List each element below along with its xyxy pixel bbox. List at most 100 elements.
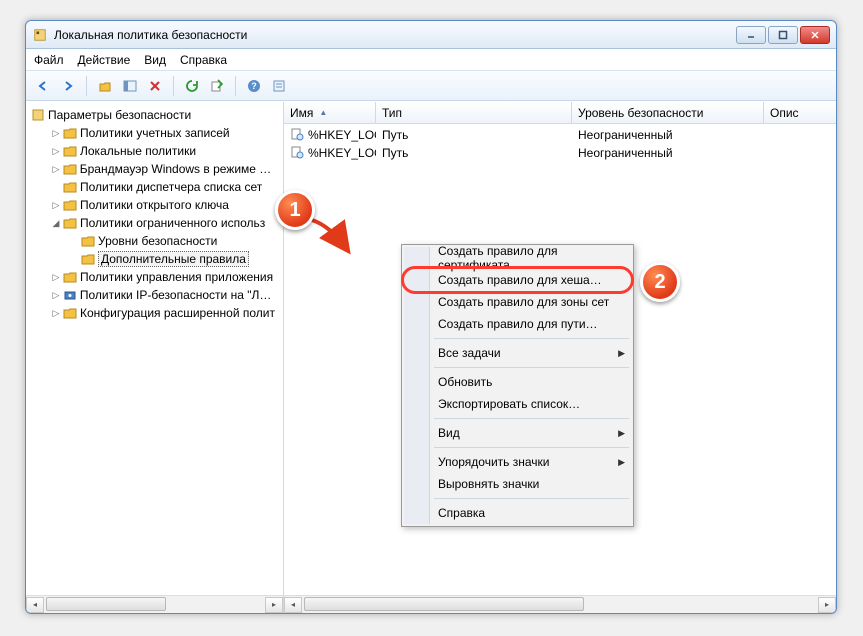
tree-item[interactable]: ▷ Политики учетных записей [28,124,281,142]
scroll-thumb[interactable] [46,597,166,611]
forward-button[interactable] [57,75,79,97]
scroll-thumb[interactable] [304,597,584,611]
tree-label: Конфигурация расширенной полит [80,306,275,320]
security-icon [30,107,46,123]
tree-item[interactable]: Политики диспетчера списка сет [28,178,281,196]
showhide-button[interactable] [119,75,141,97]
back-button[interactable] [32,75,54,97]
tree-item[interactable]: ◢ Политики ограниченного использ [28,214,281,232]
tree-item[interactable]: ▷ Брандмауэр Windows в режиме пов [28,160,281,178]
cm-view[interactable]: Вид▶ [404,422,631,444]
tree-twist-icon[interactable]: ▷ [50,164,62,175]
refresh-button[interactable] [181,75,203,97]
tree-twist-icon[interactable]: ▷ [50,272,62,283]
menu-help[interactable]: Справка [180,53,227,67]
properties-button[interactable] [268,75,290,97]
tree-label: Политики открытого ключа [80,198,229,212]
scroll-track[interactable] [44,597,265,613]
cm-label: Справка [438,506,485,520]
tree-twist-icon[interactable]: ▷ [50,200,62,211]
menu-view[interactable]: Вид [144,53,166,67]
folder-icon [62,179,78,195]
cm-export[interactable]: Экспортировать список… [404,393,631,415]
tree-item[interactable]: ▷Политики управления приложения [28,268,281,286]
context-menu: Создать правило для сертификата… Создать… [401,244,634,527]
tree-item[interactable]: Уровни безопасности [28,232,281,250]
tree-twist-icon[interactable]: ▷ [50,290,62,301]
cm-create-cert-rule[interactable]: Создать правило для сертификата… [404,247,631,269]
cm-label: Создать правило для пути… [438,317,598,331]
column-name[interactable]: Имя ▲ [284,102,376,123]
tree-twist-icon[interactable]: ▷ [50,146,62,157]
tree-item[interactable]: ▷ Конфигурация расширенной полит [28,304,281,322]
cell-type: Путь [376,128,572,142]
close-button[interactable] [800,26,830,44]
tree-item[interactable]: ▷Политики IP-безопасности на "Лока [28,286,281,304]
cm-arrange[interactable]: Упорядочить значки▶ [404,451,631,473]
column-desc[interactable]: Опис [764,102,836,123]
cm-create-zone-rule[interactable]: Создать правило для зоны сет [404,291,631,313]
tree-twist-icon[interactable]: ▷ [50,308,62,319]
tree-item[interactable]: ▷ Политики открытого ключа [28,196,281,214]
delete-button[interactable] [144,75,166,97]
scroll-right-icon[interactable]: ▸ [265,597,283,613]
tree-label: Политики ограниченного использ [80,216,265,230]
tree-label: Параметры безопасности [48,108,191,122]
submenu-arrow-icon: ▶ [618,457,625,468]
column-level-label: Уровень безопасности [578,106,703,120]
tree-item[interactable]: ▷ Локальные политики [28,142,281,160]
column-desc-label: Опис [770,106,799,120]
cm-help[interactable]: Справка [404,502,631,524]
tree-twist-icon[interactable]: ▷ [50,128,62,139]
folder-icon [62,305,78,321]
list-row[interactable]: %HKEY_LOC…ПутьНеограниченный [284,126,836,144]
cm-separator [434,367,629,368]
column-level[interactable]: Уровень безопасности [572,102,764,123]
help-button[interactable]: ? [243,75,265,97]
tree-twist-icon[interactable]: ◢ [50,218,62,229]
cell-level: Неограниченный [572,128,764,142]
cm-label: Создать правило для зоны сет [438,295,609,309]
cm-refresh[interactable]: Обновить [404,371,631,393]
folder-icon [62,197,78,213]
scroll-track[interactable] [302,597,818,613]
maximize-button[interactable] [768,26,798,44]
export-button[interactable] [206,75,228,97]
cell-name-text: %HKEY_LOC… [308,146,376,160]
toolbar-separator [173,76,174,96]
cm-create-hash-rule[interactable]: Создать правило для хеша… [404,269,631,291]
column-type[interactable]: Тип [376,102,572,123]
scroll-right-icon[interactable]: ▸ [818,597,836,613]
cell-level: Неограниченный [572,146,764,160]
list-header: Имя ▲ Тип Уровень безопасности Опис [284,102,836,124]
folder-icon [62,215,78,231]
minimize-button[interactable] [736,26,766,44]
tree-label: Локальные политики [80,144,196,158]
tree-hscroll[interactable]: ◂ ▸ [26,595,283,613]
annotation-number: 2 [654,271,665,294]
column-name-label: Имя [290,106,313,120]
cm-all-tasks[interactable]: Все задачи▶ [404,342,631,364]
tree-label: Брандмауэр Windows в режиме пов [80,162,277,176]
list-row[interactable]: %HKEY_LOC…ПутьНеограниченный [284,144,836,162]
toolbar-separator [86,76,87,96]
folder-icon [62,143,78,159]
up-button[interactable] [94,75,116,97]
submenu-arrow-icon: ▶ [618,428,625,439]
cm-align[interactable]: Выровнять значки [404,473,631,495]
tree-root[interactable]: Параметры безопасности [28,106,281,124]
ipsec-icon [62,287,78,303]
menu-action[interactable]: Действие [78,53,131,67]
tree-label: Политики учетных записей [80,126,230,140]
tree[interactable]: Параметры безопасности ▷ Политики учетных… [26,102,283,595]
cm-create-path-rule[interactable]: Создать правило для пути… [404,313,631,335]
tree-item[interactable]: Дополнительные правила [28,250,281,268]
list-hscroll[interactable]: ◂ ▸ [284,595,836,613]
sort-asc-icon: ▲ [319,108,327,117]
scroll-left-icon[interactable]: ◂ [284,597,302,613]
annotation-badge-1: 1 [275,190,315,230]
toolbar-separator [235,76,236,96]
scroll-left-icon[interactable]: ◂ [26,597,44,613]
menu-file[interactable]: Файл [34,53,64,67]
cell-name-text: %HKEY_LOC… [308,128,376,142]
